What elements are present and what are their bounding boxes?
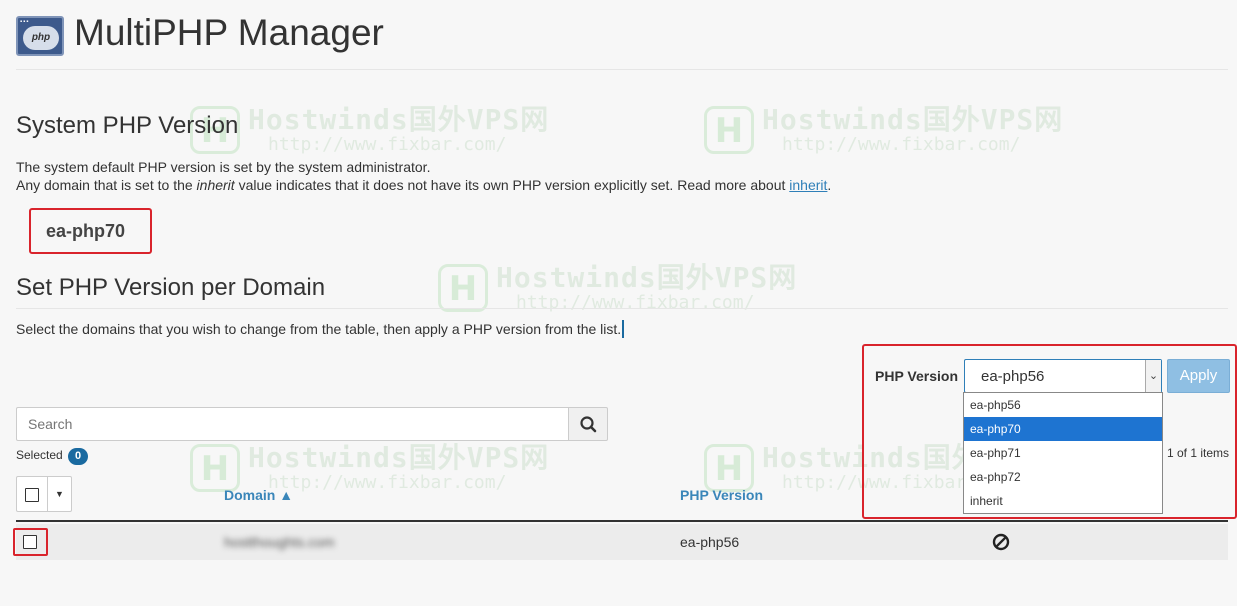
text-cursor xyxy=(622,320,625,338)
php-version-option-highlighted[interactable]: ea-php70 xyxy=(964,417,1162,441)
row-php-version: ea-php56 xyxy=(680,534,740,550)
php-version-option[interactable]: ea-php71 xyxy=(964,441,1162,465)
caret-down-icon[interactable]: ▼ xyxy=(55,489,64,499)
chevron-down-icon[interactable]: ⌄ xyxy=(1145,360,1161,392)
apply-button[interactable]: Apply xyxy=(1167,359,1230,393)
watermark-logo-icon: H xyxy=(704,106,754,154)
system-desc-line1: The system default PHP version is set by… xyxy=(16,159,431,175)
table-row: hostthoughts.com ea-php56 xyxy=(13,524,1228,560)
php-version-select[interactable]: ea-php56 ⌄ xyxy=(964,359,1162,393)
domain-php-description: Select the domains that you wish to chan… xyxy=(16,320,625,338)
system-php-description: The system default PHP version is set by… xyxy=(16,158,831,194)
search-icon xyxy=(580,416,597,433)
watermark-name: Hostwinds国外VPS网 xyxy=(762,103,1064,136)
system-desc-line2: Any domain that is set to the inherit va… xyxy=(16,177,832,193)
domain-php-title: Set PHP Version per Domain xyxy=(16,274,1228,309)
watermark-name: Hostwinds国外VPS网 xyxy=(248,441,550,474)
selected-count: Selected 0 xyxy=(16,447,89,465)
php-version-option[interactable]: ea-php56 xyxy=(964,393,1162,417)
php-version-selected-value: ea-php56 xyxy=(981,368,1045,385)
page-title: MultiPHP Manager xyxy=(74,12,384,53)
search-input[interactable] xyxy=(16,407,569,441)
page-header: ▪▪▪ php MultiPHP Manager xyxy=(16,10,1228,70)
select-all-group: ▼ xyxy=(16,476,72,512)
php-app-icon: ▪▪▪ php xyxy=(16,16,64,56)
watermark-name: Hostwinds国外VPS网 xyxy=(248,103,550,136)
php-version-label: PHP Version xyxy=(875,368,959,384)
column-domain[interactable]: Domain ▲ xyxy=(224,487,293,503)
watermark: H Hostwinds国外VPS网 http://www.fixbar.com/ xyxy=(704,106,1063,154)
row-checkbox[interactable] xyxy=(23,535,37,549)
items-count: 1 of 1 items xyxy=(1166,446,1229,460)
watermark-url: http://www.fixbar.com/ xyxy=(782,134,1021,155)
selected-count-badge: 0 xyxy=(68,448,89,465)
table-header: ▼ Domain ▲ PHP Version xyxy=(16,476,1228,522)
system-php-title: System PHP Version xyxy=(16,112,239,139)
watermark-url: http://www.fixbar.com/ xyxy=(268,134,507,155)
search-button[interactable] xyxy=(568,407,608,441)
blocked-icon xyxy=(991,532,1011,557)
watermark: H Hostwinds国外VPS网 http://www.fixbar.com/ xyxy=(190,106,549,154)
row-checkbox-highlight xyxy=(13,528,48,556)
system-php-version-value: ea-php70 xyxy=(29,208,152,254)
php-icon-label: php xyxy=(23,26,59,50)
search-bar xyxy=(16,407,608,441)
column-php-version[interactable]: PHP Version xyxy=(680,487,763,503)
inherit-link[interactable]: inherit xyxy=(789,177,827,193)
select-all-checkbox[interactable] xyxy=(25,488,39,502)
row-domain: hostthoughts.com xyxy=(224,534,335,550)
